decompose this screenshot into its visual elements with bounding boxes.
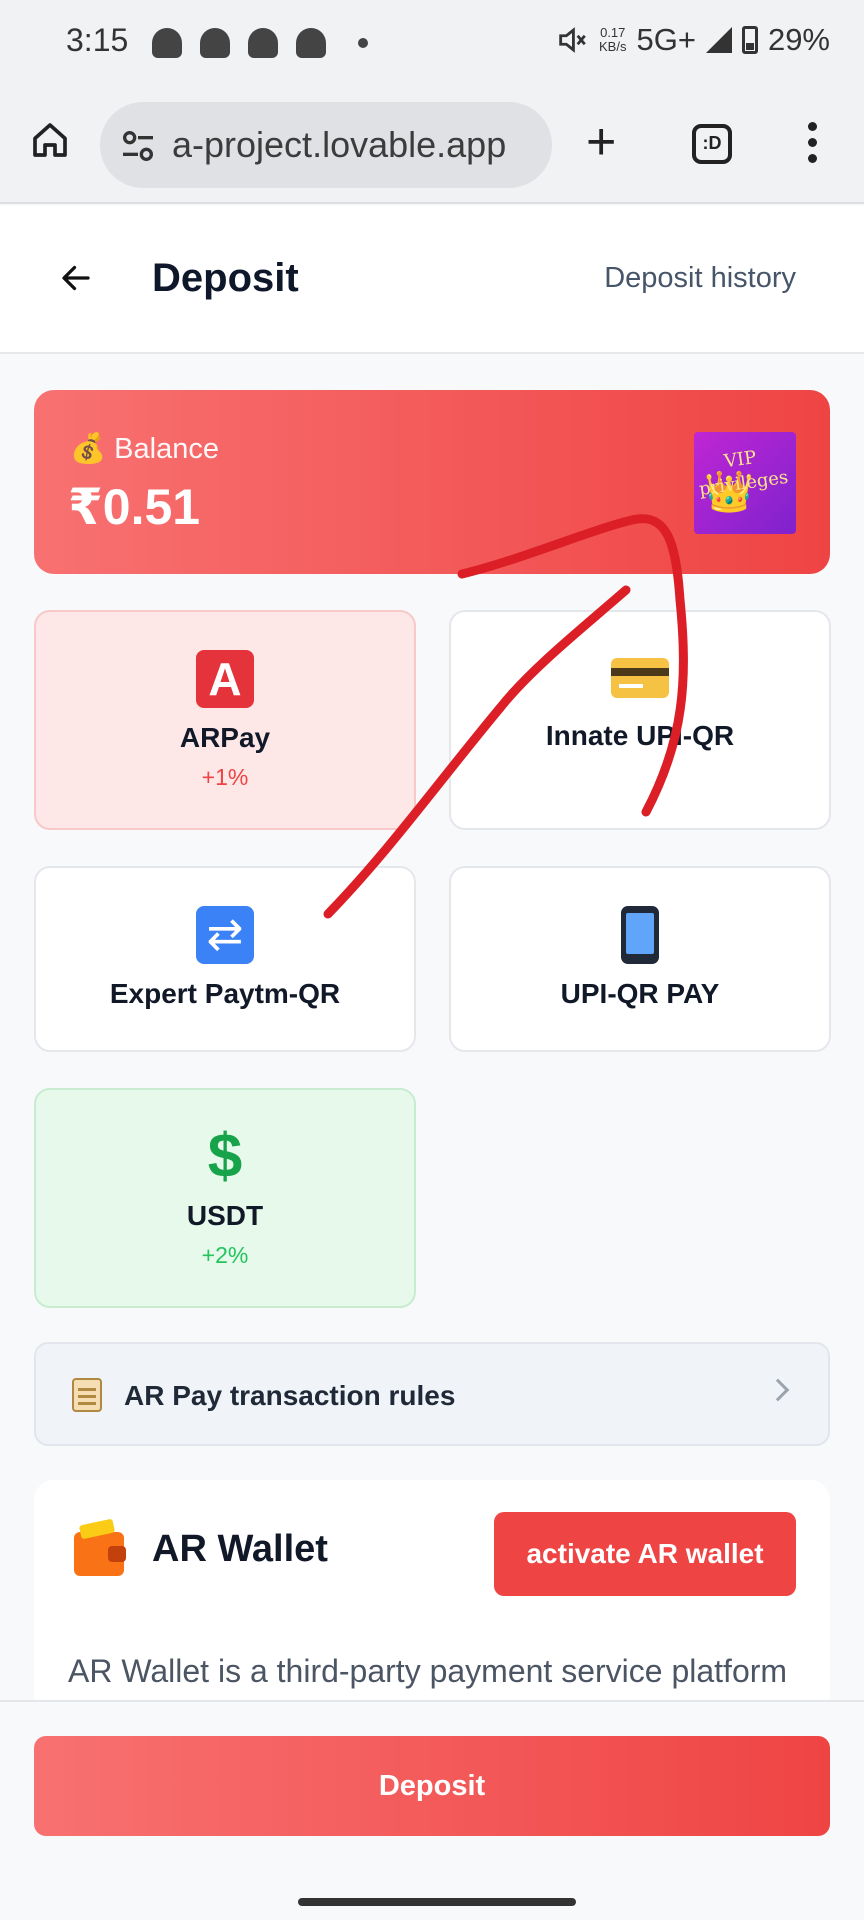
bottom-action-bar: Deposit [0, 1700, 864, 1920]
wallet-title: AR Wallet [152, 1528, 328, 1570]
chevron-right-icon [766, 1378, 790, 1402]
new-tab-icon[interactable]: + [586, 116, 616, 168]
site-settings-icon[interactable] [118, 126, 158, 166]
method-card-expert-paytm-qr[interactable]: ⇄ Expert Paytm-QR [34, 866, 416, 1052]
method-card-upi-qr-pay[interactable]: UPI-QR PAY [449, 866, 831, 1052]
balance-amount: ₹0.51 [68, 479, 201, 535]
transaction-rules-row[interactable]: AR Pay transaction rules [34, 1342, 830, 1446]
method-name: Expert Paytm-QR [109, 978, 341, 1009]
url-text[interactable]: a-project.lovable.app [172, 124, 542, 166]
balance-label: 💰 Balance [70, 433, 219, 465]
method-card-usdt[interactable]: $ USDT +2% [34, 1088, 416, 1308]
network-speed: 0.17 KB/s [599, 26, 626, 54]
method-name: Innate UPI-QR [545, 720, 735, 751]
gesture-bar[interactable] [298, 1898, 576, 1906]
snapchat-icon [296, 28, 326, 58]
method-name: USDT [186, 1200, 264, 1231]
method-name: UPI-QR PAY [560, 978, 720, 1009]
credit-card-icon [611, 658, 669, 698]
mute-icon [559, 27, 586, 53]
back-arrow-icon[interactable] [58, 260, 94, 296]
status-time: 3:15 [66, 22, 129, 58]
snapchat-icon [200, 28, 230, 58]
deposit-history-link[interactable]: Deposit history [604, 262, 796, 295]
method-bonus: +1% [201, 764, 249, 790]
rules-label: AR Pay transaction rules [124, 1380, 456, 1411]
snapchat-icon [152, 28, 182, 58]
wallet-icon [74, 1532, 126, 1576]
vip-privileges-badge[interactable]: 👑 VIP privileges [694, 432, 796, 534]
letter-a-icon: A [196, 650, 254, 708]
balance-card: 💰 Balance ₹0.51 👑 VIP privileges [34, 390, 830, 574]
battery-percent: 29% [767, 22, 830, 57]
browser-toolbar: a-project.lovable.app + :D [0, 86, 864, 204]
method-card-arpay[interactable]: A ARPay +1% [34, 610, 416, 830]
method-bonus: +2% [201, 1242, 249, 1268]
app-header: Deposit Deposit history [0, 206, 864, 354]
net-speed-value: 0.17 [600, 25, 626, 40]
more-notifications-dot-icon [358, 38, 368, 48]
sync-arrows-icon: ⇄ [196, 906, 254, 964]
status-right: 0.17 KB/s 5G+ 29% [555, 22, 830, 58]
snapchat-icon [248, 28, 278, 58]
browser-menu-icon[interactable] [808, 122, 818, 170]
address-bar[interactable]: a-project.lovable.app [100, 102, 552, 188]
net-speed-unit: KB/s [599, 39, 627, 54]
mobile-phone-icon [621, 906, 659, 964]
activate-wallet-button[interactable]: activate AR wallet [494, 1512, 796, 1596]
scroll-icon [72, 1378, 102, 1412]
notification-icons [152, 28, 326, 58]
battery-icon [741, 26, 758, 54]
tab-switcher-button[interactable]: :D [692, 124, 732, 164]
deposit-button[interactable]: Deposit [34, 1736, 830, 1836]
method-name: ARPay [179, 722, 271, 753]
status-bar: 3:15 0.17 KB/s 5G+ 29% [0, 0, 864, 86]
vip-label: VIP privileges [697, 446, 790, 501]
network-type: 5G+ [636, 22, 696, 57]
page-title: Deposit [152, 256, 299, 300]
method-card-innate-upi-qr[interactable]: Innate UPI-QR [449, 610, 831, 830]
home-icon[interactable] [30, 120, 70, 160]
signal-icon [705, 27, 732, 53]
dollar-icon: $ [207, 1122, 243, 1191]
